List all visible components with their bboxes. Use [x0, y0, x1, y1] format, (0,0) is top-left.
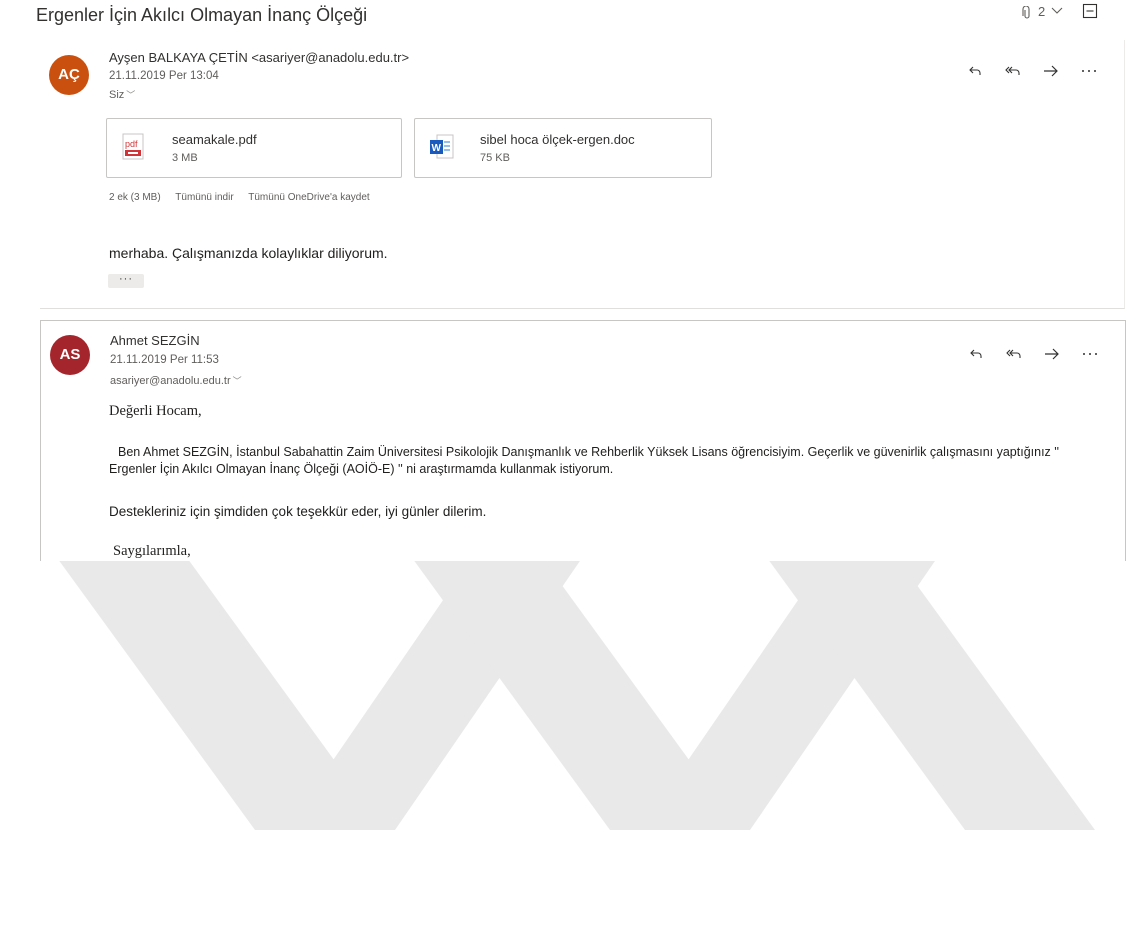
chevron-down-icon[interactable]: ﹀	[126, 88, 135, 101]
recipient-line[interactable]: Siz ﹀	[109, 88, 135, 101]
pdf-file-icon: pdf	[122, 133, 144, 160]
message-signoff: Saygılarımla,	[113, 543, 191, 559]
attachment-size: 75 KB	[480, 152, 510, 164]
save-onedrive-link[interactable]: Tümünü OneDrive'a kaydet	[248, 192, 369, 203]
message-date: 21.11.2019 Per 11:53	[110, 354, 219, 366]
message-actions	[965, 343, 1105, 365]
message-paragraph: Ben Ahmet SEZGİN, İstanbul Sabahattin Za…	[109, 445, 1060, 476]
show-more-button[interactable]: ···	[108, 274, 144, 288]
message-actions	[964, 60, 1104, 82]
recipient-line[interactable]: asariyer@anadolu.edu.tr ﹀	[110, 374, 242, 387]
attachment-name: seamakale.pdf	[172, 132, 257, 147]
attachment-card[interactable]: W sibel hoca ölçek-ergen.doc 75 KB	[414, 118, 712, 178]
attachment-summary: 2 ek (3 MB) Tümünü indir Tümünü OneDrive…	[109, 192, 382, 203]
avatar[interactable]: AÇ	[49, 55, 89, 95]
message-date: 21.11.2019 Per 13:04	[109, 70, 219, 82]
reply-icon[interactable]	[965, 343, 987, 365]
attachment-count: 2	[1038, 4, 1046, 19]
message-body: merhaba. Çalışmanızda kolaylıklar diliyo…	[109, 245, 388, 261]
attachment-card[interactable]: pdf seamakale.pdf 3 MB	[106, 118, 402, 178]
message-card: AÇ Ayşen BALKAYA ÇETİN <asariyer@anadolu…	[40, 40, 1125, 309]
reply-all-icon[interactable]	[1003, 343, 1025, 365]
message-thanks: Destekleriniz için şimdiden çok teşekkür…	[109, 504, 487, 519]
paperclip-icon	[1022, 6, 1030, 19]
more-icon[interactable]	[1079, 343, 1101, 365]
reply-icon[interactable]	[964, 60, 986, 82]
attachment-size: 3 MB	[172, 152, 198, 164]
forward-icon[interactable]	[1040, 60, 1062, 82]
recipient: Siz	[109, 89, 125, 101]
forward-icon[interactable]	[1041, 343, 1063, 365]
message-greeting: Değerli Hocam,	[109, 403, 202, 419]
message-card: AS Ahmet SEZGİN 21.11.2019 Per 11:53 asa…	[40, 320, 1126, 561]
svg-text:W: W	[432, 143, 442, 154]
sender-name[interactable]: Ayşen BALKAYA ÇETİN <asariyer@anadolu.ed…	[109, 50, 409, 65]
avatar[interactable]: AS	[50, 335, 90, 375]
attachment-total: 2 ek (3 MB)	[109, 192, 161, 203]
chevron-down-icon[interactable]	[1050, 6, 1064, 16]
svg-text:pdf: pdf	[125, 139, 138, 149]
thread-subject: Ergenler İçin Akılcı Olmayan İnanç Ölçeğ…	[36, 5, 368, 25]
download-all-link[interactable]: Tümünü indir	[175, 192, 233, 203]
collapse-icon[interactable]	[1082, 3, 1098, 19]
sender-name[interactable]: Ahmet SEZGİN	[110, 333, 200, 348]
attachment-name: sibel hoca ölçek-ergen.doc	[480, 132, 635, 147]
recipient: asariyer@anadolu.edu.tr	[110, 375, 231, 387]
word-file-icon: W	[430, 134, 454, 159]
more-icon[interactable]	[1078, 60, 1100, 82]
thread-header: Ergenler İçin Akılcı Olmayan İnanç Ölçeğ…	[0, 0, 1128, 36]
reply-all-icon[interactable]	[1002, 60, 1024, 82]
chevron-down-icon[interactable]: ﹀	[233, 374, 242, 387]
